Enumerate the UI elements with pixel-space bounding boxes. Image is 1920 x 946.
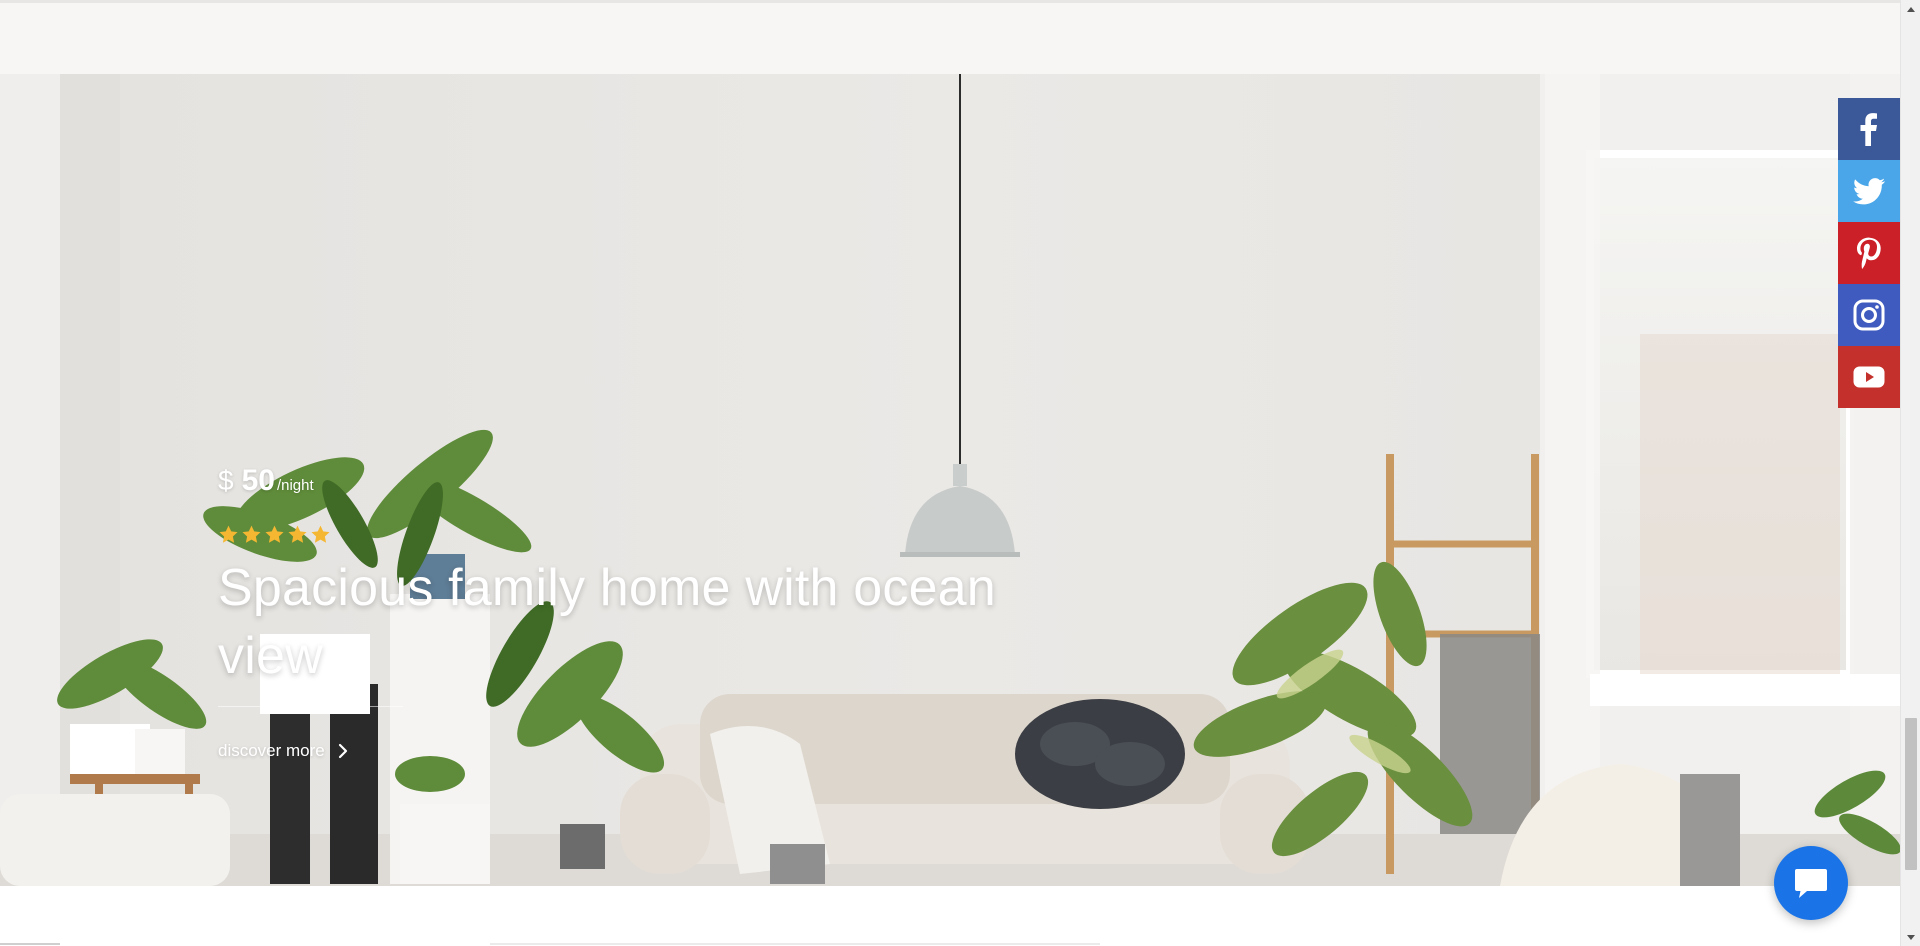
- facebook-link[interactable]: [1838, 98, 1900, 160]
- scroll-up-arrow[interactable]: [1901, 0, 1920, 17]
- pinterest-link[interactable]: [1838, 222, 1900, 284]
- star-rating: [218, 524, 1118, 546]
- hero-banner: $ 50 /night Spacious family home with oc…: [0, 74, 1900, 886]
- divider: [218, 706, 403, 707]
- star-icon: [265, 525, 284, 543]
- pinterest-icon: [1857, 237, 1881, 269]
- facebook-icon: [1860, 113, 1877, 146]
- star-icon: [219, 525, 238, 543]
- star-icon: [288, 525, 307, 543]
- listing-summary: $ 50 /night Spacious family home with oc…: [218, 464, 1118, 761]
- youtube-link[interactable]: [1838, 346, 1900, 408]
- vertical-scrollbar[interactable]: [1900, 0, 1920, 946]
- price-unit: /night: [276, 477, 314, 494]
- twitter-link[interactable]: [1838, 160, 1900, 222]
- price-amount: 50: [241, 464, 275, 497]
- scrollbar-thumb[interactable]: [1905, 718, 1917, 870]
- star-icon: [242, 525, 261, 543]
- youtube-icon: [1853, 366, 1885, 388]
- twitter-icon: [1853, 178, 1885, 205]
- listing-title: Spacious family home with ocean view: [218, 559, 996, 685]
- chevron-right-icon: [338, 743, 347, 759]
- bottom-edge: [0, 943, 1100, 945]
- instagram-icon: [1853, 299, 1885, 331]
- discover-more-link[interactable]: discover more: [218, 741, 349, 761]
- scroll-down-arrow[interactable]: [1901, 929, 1920, 946]
- price: $ 50 /night: [218, 464, 1118, 498]
- chat-bubble-icon: [1795, 869, 1827, 898]
- discover-more-label: discover more: [218, 741, 325, 760]
- social-share-bar: [1838, 98, 1900, 408]
- price-currency: $: [218, 465, 234, 496]
- star-icon: [311, 525, 330, 543]
- instagram-link[interactable]: [1838, 284, 1900, 346]
- chat-button[interactable]: [1774, 846, 1848, 920]
- page: $ 50 /night Spacious family home with oc…: [0, 0, 1900, 946]
- header-band: [0, 0, 1900, 74]
